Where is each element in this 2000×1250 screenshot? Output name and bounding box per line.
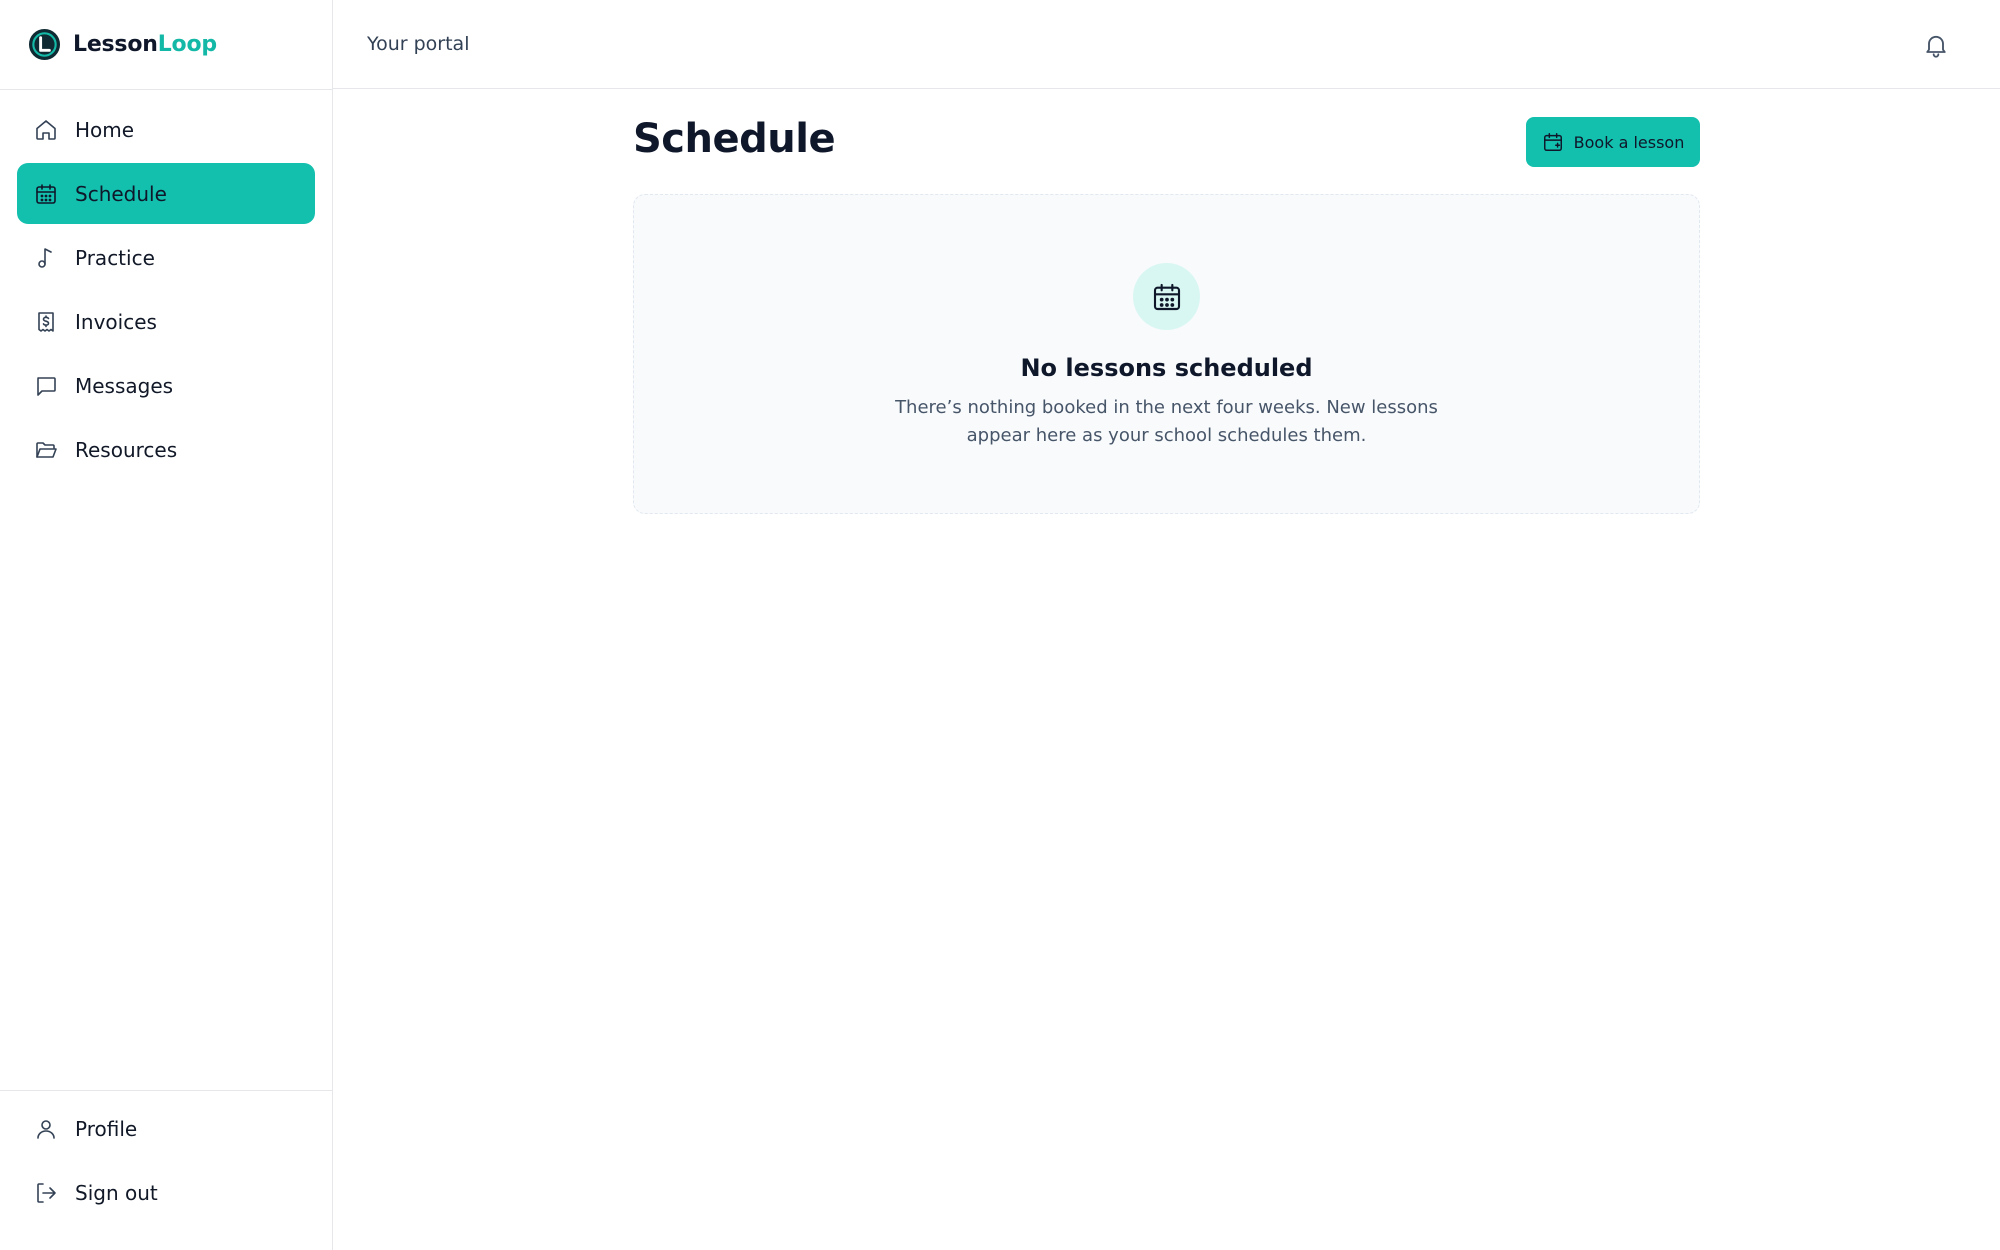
book-lesson-button[interactable]: Book a lesson [1526,117,1700,167]
page-title: Schedule [633,116,836,162]
app: LessonLoop Home Schedule Practice Invoic… [0,0,2000,1250]
message-square-icon [33,373,59,399]
brand-name: LessonLoop [73,32,217,57]
sidebar-item-practice[interactable]: Practice [17,227,315,288]
bell-icon[interactable] [1922,31,1950,59]
sidebar-nav: Home Schedule Practice Invoices Messages… [0,90,332,480]
brand[interactable]: LessonLoop [0,0,332,90]
empty-state-icon-badge [1133,263,1200,330]
log-out-icon [33,1180,59,1206]
music-note-icon [33,245,59,271]
sidebar-item-label: Home [75,117,135,142]
sidebar-item-label: Sign out [75,1180,158,1205]
empty-state-title: No lessons scheduled [1020,354,1313,382]
calendar-plus-icon [1543,133,1562,151]
sidebar-item-schedule[interactable]: Schedule [17,163,315,224]
brand-name-primary: Lesson [73,32,158,57]
sidebar-footer: Profile Sign out [0,1090,332,1250]
book-lesson-label: Book a lesson [1573,132,1685,152]
sidebar: LessonLoop Home Schedule Practice Invoic… [0,0,333,1250]
sidebar-item-messages[interactable]: Messages [17,355,315,416]
topbar: Your portal [333,0,2000,89]
sidebar-item-home[interactable]: Home [17,99,315,160]
sidebar-item-label: Resources [75,437,178,462]
sidebar-item-sign-out[interactable]: Sign out [17,1162,315,1223]
sidebar-item-label: Invoices [75,309,157,334]
sidebar-item-resources[interactable]: Resources [17,419,315,480]
receipt-dollar-icon [33,309,59,335]
brand-name-accent: Loop [157,32,217,57]
calendar-icon [1153,283,1180,310]
sidebar-item-profile[interactable]: Profile [17,1098,315,1159]
folder-open-icon [33,437,59,463]
empty-state-text: There’s nothing booked in the next four … [895,397,1438,446]
logo-icon [28,28,61,61]
sidebar-item-label: Schedule [75,181,167,206]
sidebar-item-invoices[interactable]: Invoices [17,291,315,352]
portal-title: Your portal [367,33,470,55]
calendar-icon [33,181,59,207]
sidebar-item-label: Practice [75,245,155,270]
empty-state-card: No lessons scheduled There’s nothing boo… [633,194,1700,514]
sidebar-item-label: Profile [75,1116,138,1141]
home-icon [33,117,59,143]
sidebar-item-label: Messages [75,373,174,398]
user-icon [33,1116,59,1142]
